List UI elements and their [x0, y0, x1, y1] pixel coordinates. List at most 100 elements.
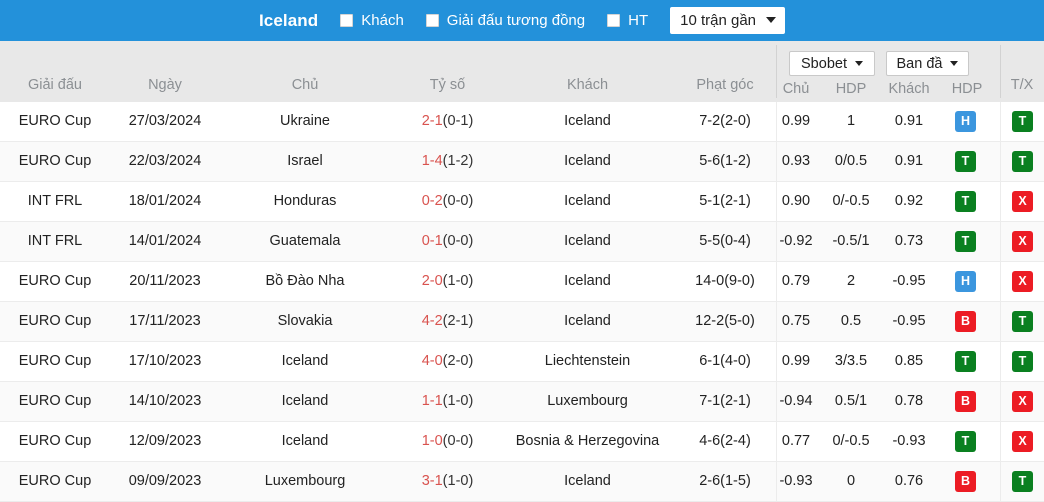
cell-away-team[interactable]: Iceland	[505, 142, 670, 181]
table-row[interactable]: EURO Cup 14/10/2023 Iceland 1-1(1-0) Luxembo…	[0, 382, 1044, 422]
cell-hdp: -0.5/1	[832, 233, 870, 249]
table-row[interactable]: EURO Cup 22/03/2024 Israel 1-4(1-2) Iceland 5…	[0, 142, 1044, 182]
hdp-result-badge: T	[955, 351, 976, 372]
hdp-result-badge: T	[955, 191, 976, 212]
filter-away-only[interactable]: Khách	[340, 12, 404, 29]
column-header-odds-home[interactable]: Chủ	[768, 81, 824, 97]
column-header-corner[interactable]: Phạt góc	[670, 77, 780, 93]
cell-hdp: 0/-0.5	[832, 433, 870, 449]
column-header-away[interactable]: Khách	[505, 77, 670, 93]
cell-date: 22/03/2024	[128, 153, 202, 169]
cell-odds-away: 0.73	[894, 233, 924, 249]
cell-score: 4-0(2-0)	[390, 342, 505, 381]
column-header-league[interactable]: Giải đấu	[0, 77, 110, 93]
checkbox-away-icon[interactable]	[340, 14, 354, 27]
cell-score: 0-2(0-0)	[390, 182, 505, 221]
cell-date: 14/10/2023	[128, 393, 202, 409]
cell-home-team[interactable]: Ukraine	[220, 102, 390, 141]
column-header-date[interactable]: Ngày	[110, 77, 220, 93]
column-header-odds-away[interactable]: Khách	[878, 81, 940, 97]
column-header-score[interactable]: Tỷ số	[390, 77, 505, 93]
tx-result-badge: X	[1012, 231, 1033, 252]
row-divider-1	[776, 182, 777, 221]
table-row[interactable]: EURO Cup 09/09/2023 Luxembourg 3-1(1-0) Icel…	[0, 462, 1044, 502]
cell-corner: 14-0(9-0)	[695, 273, 755, 289]
score-halftime: (1-0)	[442, 473, 474, 489]
cell-away-team[interactable]: Iceland	[505, 262, 670, 301]
cell-away-team[interactable]: Iceland	[505, 462, 670, 501]
cell-away-team[interactable]: Luxembourg	[505, 382, 670, 421]
row-divider-2	[1000, 262, 1001, 301]
cell-home-team[interactable]: Bồ Đào Nha	[220, 262, 390, 301]
cell-league: INT FRL	[27, 193, 83, 209]
cell-hdp: 2	[846, 273, 856, 289]
cell-league: EURO Cup	[18, 353, 92, 369]
score-halftime: (0-0)	[442, 233, 474, 249]
cell-odds-away: -0.95	[892, 273, 926, 289]
table-row[interactable]: EURO Cup 12/09/2023 Iceland 1-0(0-0) Bosnia …	[0, 422, 1044, 462]
table-row[interactable]: EURO Cup 27/03/2024 Ukraine 2-1(0-1) Iceland…	[0, 102, 1044, 142]
cell-odds-away: -0.95	[892, 313, 926, 329]
cell-odds-away: 0.91	[894, 153, 924, 169]
table-row[interactable]: INT FRL 14/01/2024 Guatemala 0-1(0-0) Icelan…	[0, 222, 1044, 262]
cell-corner: 7-2(2-0)	[699, 113, 751, 129]
table-row[interactable]: EURO Cup 17/10/2023 Iceland 4-0(2-0) Liechte…	[0, 342, 1044, 382]
filter-same-league[interactable]: Giải đấu tương đồng	[425, 12, 585, 29]
chevron-down-icon	[854, 60, 863, 66]
table-row[interactable]: EURO Cup 20/11/2023 Bồ Đào Nha 2-0(1-0) Icel…	[0, 262, 1044, 302]
match-count-select-value: 10 trận gần	[680, 11, 757, 29]
column-header-hdp-2[interactable]: HDP	[936, 81, 998, 97]
column-header-hdp-1[interactable]: HDP	[820, 81, 882, 97]
cell-odds-away: 0.78	[894, 393, 924, 409]
cell-home-team[interactable]: Luxembourg	[220, 462, 390, 501]
chevron-down-icon	[766, 16, 777, 23]
cell-home-team[interactable]: Slovakia	[220, 302, 390, 341]
score-fulltime: 1-1	[421, 393, 443, 409]
table-row[interactable]: INT FRL 18/01/2024 Honduras 0-2(0-0) Iceland…	[0, 182, 1044, 222]
checkbox-halftime-icon[interactable]	[607, 14, 621, 27]
score-halftime: (1-0)	[442, 273, 474, 289]
cell-score: 3-1(1-0)	[390, 462, 505, 501]
cell-home-team[interactable]: Iceland	[220, 342, 390, 381]
tx-result-badge: T	[1012, 111, 1033, 132]
page-title: Iceland	[258, 10, 319, 30]
bookmaker-select[interactable]: Sbobet	[789, 51, 875, 76]
tx-result-badge: T	[1012, 151, 1033, 172]
row-divider-2	[1000, 182, 1001, 221]
cell-score: 1-1(1-0)	[390, 382, 505, 421]
cell-away-team[interactable]: Iceland	[505, 302, 670, 341]
cell-away-team[interactable]: Liechtenstein	[505, 342, 670, 381]
hdp-result-badge: T	[955, 231, 976, 252]
cell-odds-away: -0.93	[892, 433, 926, 449]
row-divider-2	[1000, 102, 1001, 141]
checkbox-same-league-icon[interactable]	[425, 14, 439, 27]
cell-away-team[interactable]: Iceland	[505, 182, 670, 221]
filter-toolbar: Iceland Khách Giải đấu tương đồng HT 10 …	[0, 0, 1044, 41]
cell-home-team[interactable]: Israel	[220, 142, 390, 181]
score-fulltime: 0-2	[421, 193, 443, 209]
score-halftime: (1-0)	[442, 393, 474, 409]
cell-home-team[interactable]: Guatemala	[220, 222, 390, 261]
cell-score: 2-0(1-0)	[390, 262, 505, 301]
table-header: Giải đấu Ngày Chủ Tỷ số Khách Phạt góc S…	[0, 41, 1044, 102]
hdp-result-badge: H	[955, 111, 976, 132]
cell-date: 18/01/2024	[128, 193, 202, 209]
cell-odds-away: 0.91	[894, 113, 924, 129]
row-divider-1	[776, 142, 777, 181]
table-row[interactable]: EURO Cup 17/11/2023 Slovakia 4-2(2-1) Icelan…	[0, 302, 1044, 342]
cell-home-team[interactable]: Iceland	[220, 422, 390, 461]
cell-away-team[interactable]: Iceland	[505, 102, 670, 141]
match-count-select[interactable]: 10 trận gần	[670, 7, 786, 34]
cell-home-team[interactable]: Iceland	[220, 382, 390, 421]
cell-home-team[interactable]: Honduras	[220, 182, 390, 221]
cell-away-team[interactable]: Bosnia & Herzegovina	[505, 422, 670, 461]
column-header-home[interactable]: Chủ	[220, 77, 390, 93]
cell-away-team[interactable]: Iceland	[505, 222, 670, 261]
odds-type-select[interactable]: Ban đầ	[886, 51, 969, 76]
filter-halftime[interactable]: HT	[607, 12, 648, 29]
score-fulltime: 0-1	[421, 233, 443, 249]
cell-date: 17/10/2023	[128, 353, 202, 369]
tx-result-badge: T	[1012, 471, 1033, 492]
column-header-tx[interactable]: T/X	[1000, 77, 1044, 93]
row-divider-1	[776, 462, 777, 501]
